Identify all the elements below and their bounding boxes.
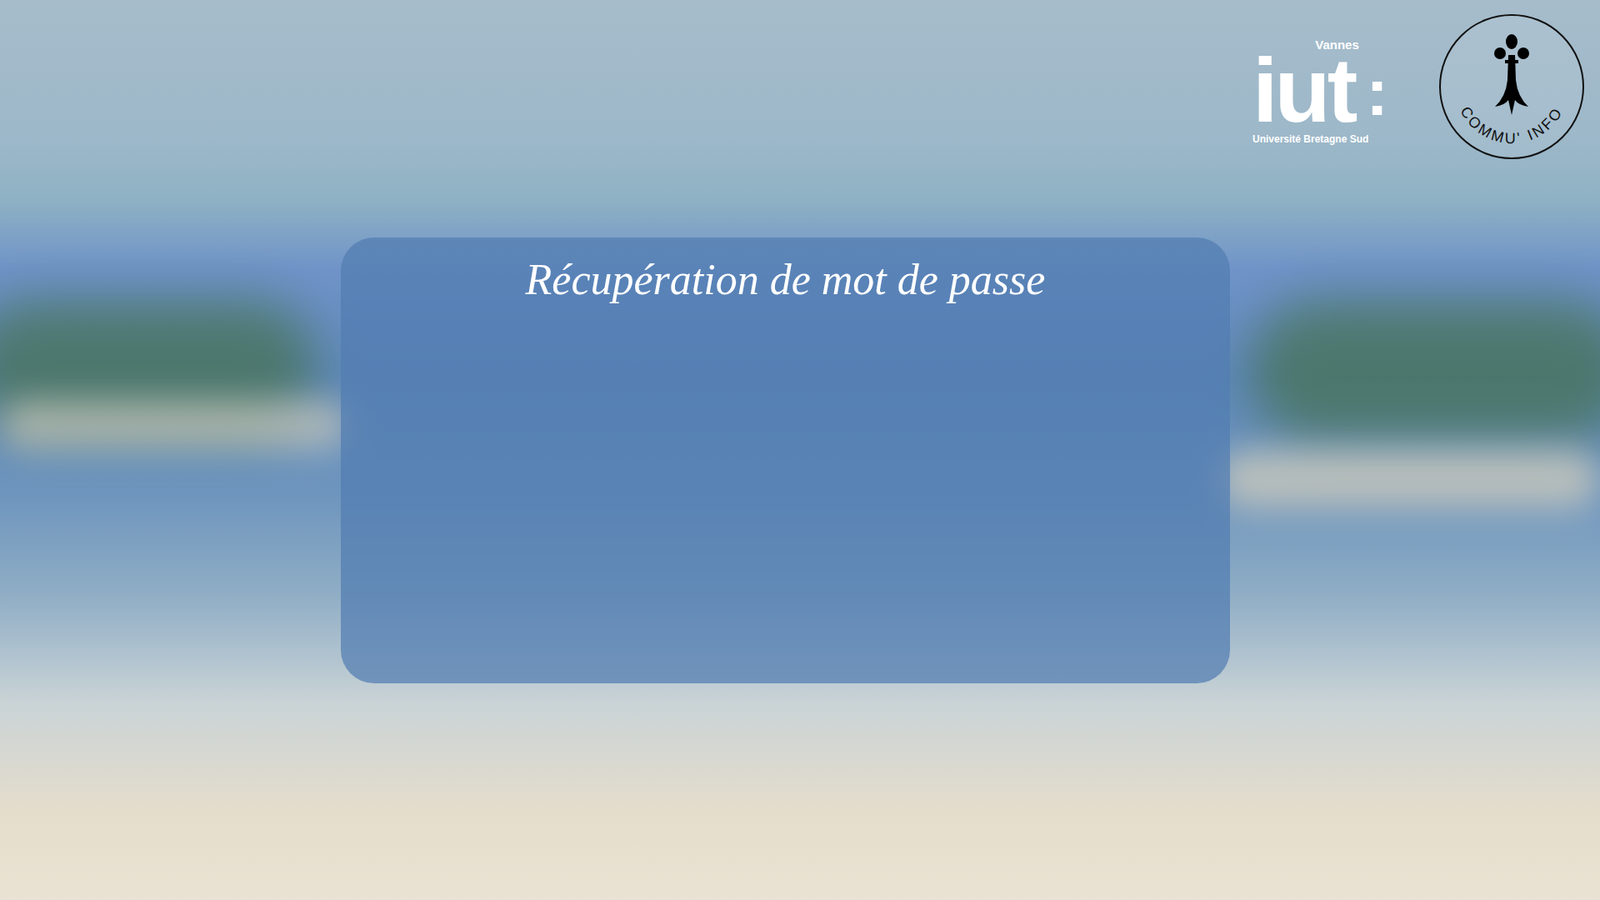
background-trees-right (1250, 300, 1600, 442)
ermine-icon (1494, 34, 1530, 115)
recovery-card: Récupération de mot de passe (340, 237, 1230, 684)
club-name: COMMU' INFO (1456, 103, 1566, 147)
header: Vannesiut: Université Bretagne Sud COMMU' … (0, 0, 1600, 160)
iut-logo: Vannesiut: Université Bretagne Sud (1252, 38, 1389, 145)
background-sand-left (0, 400, 350, 450)
background-sand-right (1216, 450, 1600, 509)
iut-colon: : (1365, 62, 1389, 123)
password-recovery-page: Vannesiut: Université Bretagne Sud COMMU' … (0, 0, 1600, 900)
iut-name: iut (1252, 50, 1355, 130)
iut-university: Université Bretagne Sud (1252, 134, 1369, 145)
card-title: Récupération de mot de passe (525, 254, 1046, 306)
club-logo: COMMU' INFO (1438, 13, 1585, 160)
iut-city: Vannes (1315, 38, 1360, 51)
